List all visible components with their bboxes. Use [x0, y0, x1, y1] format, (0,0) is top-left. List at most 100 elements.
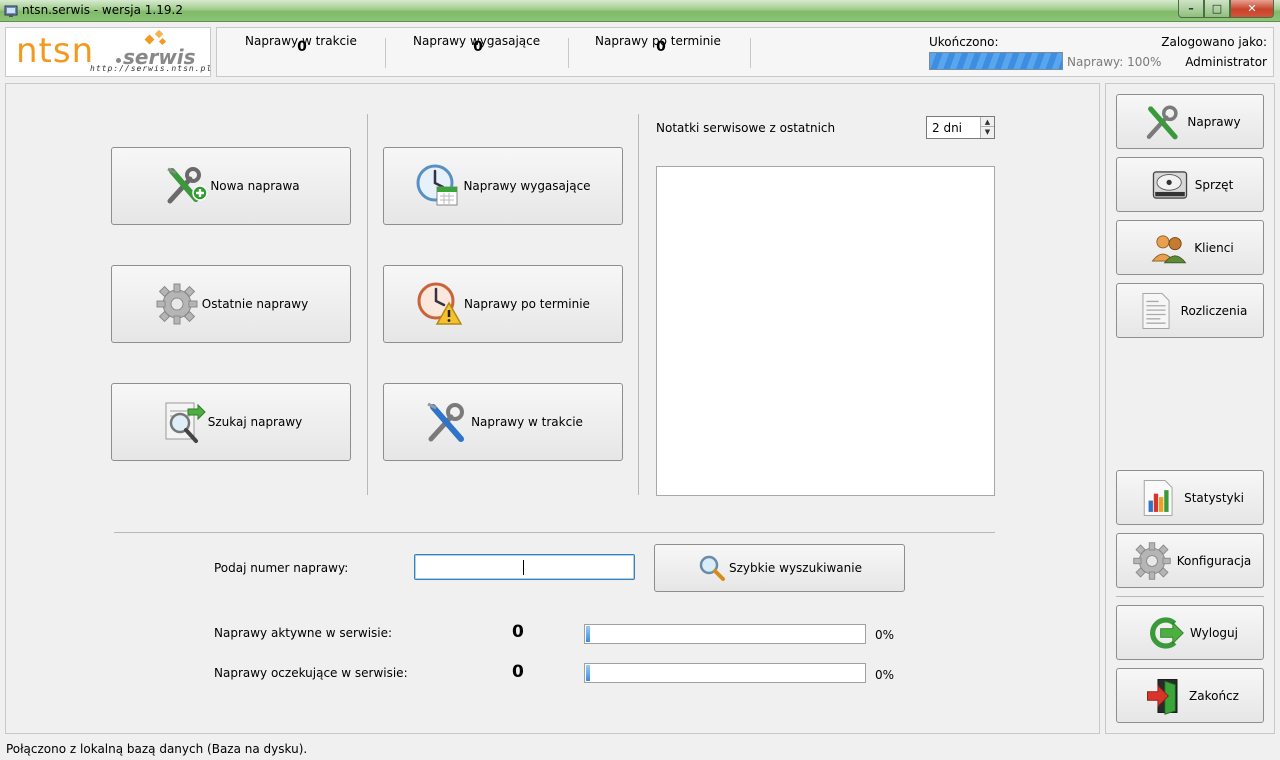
active-repairs-progress — [584, 624, 866, 644]
sidebar-item-wyloguj[interactable]: Wyloguj — [1116, 605, 1264, 660]
logo-url: http://serwis.ntsn.pl — [90, 64, 213, 73]
service-notes-list[interactable] — [656, 166, 995, 496]
app-icon — [4, 5, 18, 17]
tools-icon — [423, 399, 469, 445]
spin-down-icon[interactable]: ▼ — [981, 127, 994, 137]
notes-label: Notatki serwisowe z ostatnich — [656, 121, 836, 135]
sidebar-item-konfiguracja[interactable]: Konfiguracja — [1116, 533, 1264, 588]
overdue-repairs-button[interactable]: Naprawy po terminie — [383, 265, 623, 343]
sidebar-item-label: Konfiguracja — [1176, 553, 1252, 568]
close-icon: ✕ — [1247, 2, 1257, 15]
expiring-repairs-label: Naprawy wygasające — [463, 179, 591, 193]
sidebar-item-label: Sprzęt — [1194, 177, 1234, 192]
tools-add-icon — [162, 163, 209, 209]
logo-dot — [116, 58, 121, 63]
header-stats: Naprawy w trakcie 0 Naprawy wygasające 0… — [216, 27, 1274, 77]
sidebar-item-label: Klienci — [1194, 240, 1234, 255]
sidebar-item-statystyki[interactable]: Statystyki — [1116, 470, 1264, 525]
stat-label: Naprawy wygasające — [413, 34, 541, 48]
stat-overdue: Naprawy po terminie 0 — [595, 34, 727, 55]
maximize-button[interactable]: □ — [1204, 0, 1230, 18]
sidebar-item-klienci[interactable]: Klienci — [1116, 220, 1264, 275]
divider — [568, 38, 569, 68]
logout-icon — [1142, 610, 1188, 656]
bar-chart-icon — [1136, 475, 1182, 521]
app-logo: ntsn serwis http://serwis.ntsn.pl — [5, 27, 211, 77]
search-repair-button[interactable]: Szukaj naprawy — [111, 383, 351, 461]
sidebar-item-label: Naprawy — [1187, 114, 1241, 129]
stat-label: Naprawy po terminie — [595, 34, 721, 48]
active-repairs-count: 0 — [512, 622, 524, 642]
spin-up-icon[interactable]: ▲ — [981, 117, 994, 127]
quick-search-label: Szybkie wyszukiwanie — [729, 561, 862, 575]
notes-days-spinbox[interactable]: 2 dni ▲ ▼ — [926, 116, 995, 139]
sidebar-divider — [1116, 596, 1264, 597]
waiting-repairs-label: Naprawy oczekujące w serwisie: — [214, 666, 408, 680]
new-repair-button[interactable]: Nowa naprawa — [111, 147, 351, 225]
column-divider — [367, 114, 368, 495]
exit-door-icon — [1141, 673, 1187, 719]
gear-icon — [1129, 538, 1175, 584]
recent-repairs-label: Ostatnie naprawy — [201, 297, 309, 311]
window-titlebar: ntsn.serwis - wersja 1.19.2 – □ ✕ — [0, 0, 1280, 22]
sidebar-item-zakoncz[interactable]: Zakończ — [1116, 668, 1264, 723]
in-progress-repairs-button[interactable]: Naprawy w trakcie — [383, 383, 623, 461]
main-panel: Nowa naprawa Ostatnie naprawy Szukaj nap… — [5, 83, 1100, 734]
gear-icon — [154, 281, 200, 327]
repair-number-input[interactable] — [414, 554, 635, 580]
search-repair-label: Szukaj naprawy — [207, 415, 303, 429]
maximize-icon: □ — [1211, 2, 1223, 15]
sidebar-item-label: Statystyki — [1184, 490, 1244, 505]
logo-brand: ntsn — [16, 31, 95, 71]
column-divider — [638, 114, 639, 495]
waiting-repairs-progress — [584, 663, 866, 683]
logo-cubes-icon — [144, 30, 167, 46]
side-navigation: Naprawy Sprzęt Klienci Rozliczenia Staty… — [1105, 83, 1275, 734]
logged-in-label: Zalogowano jako: — [1161, 35, 1267, 49]
minimize-button[interactable]: – — [1178, 0, 1204, 18]
completed-label: Ukończono: — [929, 35, 999, 49]
recent-repairs-button[interactable]: Ostatnie naprawy — [111, 265, 351, 343]
minimize-icon: – — [1188, 2, 1194, 15]
progress-fill — [586, 626, 590, 642]
logged-in-user: Administrator — [1185, 55, 1267, 69]
hard-drive-icon — [1147, 162, 1193, 208]
magnifier-icon — [697, 553, 727, 583]
sidebar-item-sprzet[interactable]: Sprzęt — [1116, 157, 1264, 212]
clock-warning-icon — [416, 281, 463, 327]
sidebar-item-rozliczenia[interactable]: Rozliczenia — [1116, 283, 1264, 338]
quick-search-button[interactable]: Szybkie wyszukiwanie — [654, 544, 905, 592]
text-caret — [523, 560, 524, 575]
stat-in-progress: Naprawy w trakcie 0 — [245, 34, 359, 55]
expiring-repairs-button[interactable]: Naprawy wygasające — [383, 147, 623, 225]
completed-progress-bar — [929, 52, 1063, 70]
section-divider — [114, 532, 995, 533]
divider — [385, 38, 386, 68]
repair-number-label: Podaj numer naprawy: — [214, 561, 349, 575]
in-progress-repairs-label: Naprawy w trakcie — [471, 415, 583, 429]
sidebar-item-label: Wyloguj — [1190, 625, 1238, 640]
new-repair-label: Nowa naprawa — [210, 179, 300, 193]
sidebar-item-label: Zakończ — [1189, 688, 1239, 703]
sidebar-item-label: Rozliczenia — [1180, 303, 1248, 318]
sidebar-item-naprawy[interactable]: Naprawy — [1116, 94, 1264, 149]
stat-expiring: Naprawy wygasające 0 — [413, 34, 543, 55]
status-bar: Połączono z lokalną bazą danych (Baza na… — [0, 738, 1280, 760]
connection-status: Połączono z lokalną bazą danych (Baza na… — [6, 742, 308, 756]
waiting-repairs-count: 0 — [512, 662, 524, 682]
waiting-repairs-percent: 0% — [875, 668, 895, 682]
clock-calendar-icon — [415, 163, 461, 209]
users-icon — [1146, 225, 1192, 271]
divider — [750, 38, 751, 68]
document-search-icon — [160, 399, 206, 445]
active-repairs-percent: 0% — [875, 628, 895, 642]
close-button[interactable]: ✕ — [1230, 0, 1274, 18]
invoice-icon — [1133, 288, 1179, 334]
window-title: ntsn.serwis - wersja 1.19.2 — [22, 3, 183, 17]
stat-label: Naprawy w trakcie — [245, 34, 357, 48]
completed-percent: Naprawy: 100% — [1067, 55, 1162, 69]
tools-icon — [1139, 99, 1185, 145]
overdue-repairs-label: Naprawy po terminie — [464, 297, 590, 311]
progress-fill — [586, 665, 590, 681]
notes-days-value: 2 dni — [932, 121, 963, 135]
